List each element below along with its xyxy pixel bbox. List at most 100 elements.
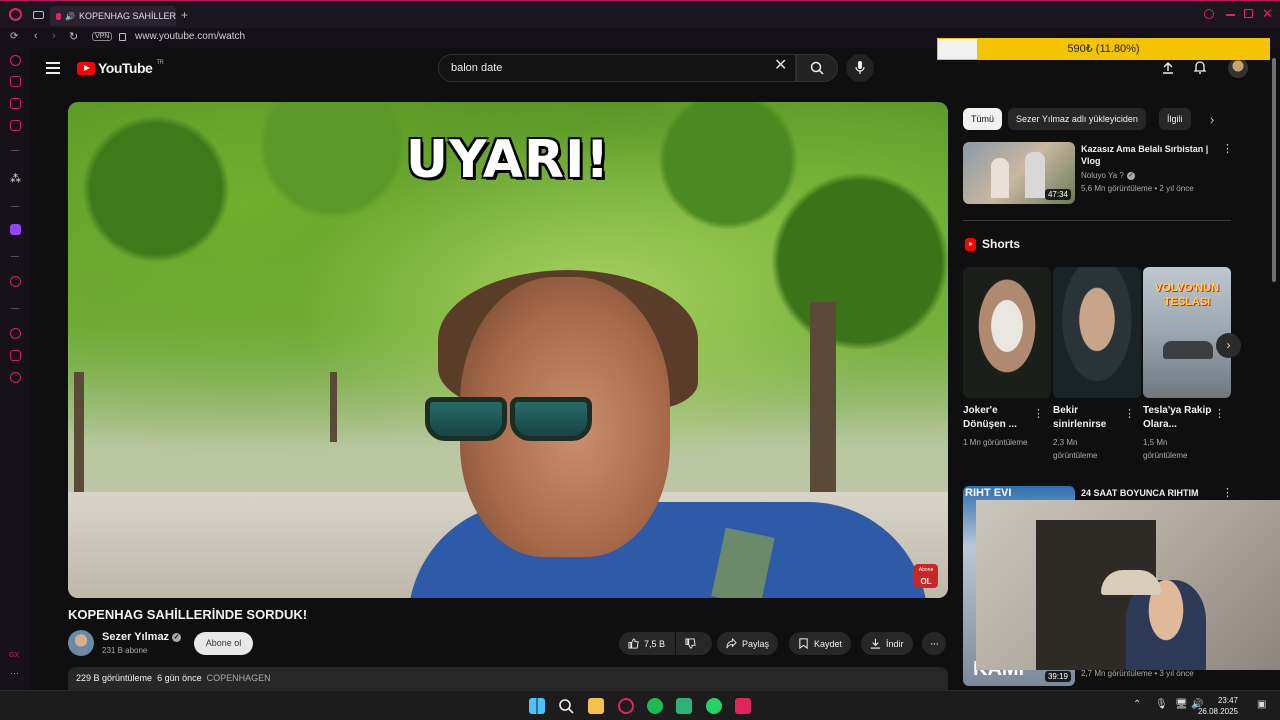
tab-active[interactable]: 🔊 KOPENHAG SAHİLLER	[50, 6, 176, 26]
recommendation-channel[interactable]: Noluyo Ya ? ✓	[1081, 170, 1135, 182]
chip-uploader[interactable]: Sezer Yılmaz adlı yükleyiciden	[1008, 108, 1146, 130]
more-vertical-icon[interactable]: ⋮	[1214, 409, 1225, 420]
chip-related[interactable]: İlgili	[1159, 108, 1191, 130]
chip-all[interactable]: Tümü	[963, 108, 1003, 130]
back-icon[interactable]: ‹	[34, 30, 38, 42]
opera-sidebar: ⁂ GX ···	[0, 48, 30, 690]
workspaces-icon[interactable]	[33, 11, 44, 19]
notifications-tray-icon[interactable]: ▣	[1257, 699, 1266, 710]
shorts-next-button[interactable]: ›	[1216, 333, 1241, 358]
share-button[interactable]: Paylaş	[717, 632, 779, 655]
description-box[interactable]: 229 B görüntüleme 6 gün önce COPENHAGEN	[68, 667, 948, 690]
app-icon[interactable]	[676, 698, 692, 714]
notifications-icon[interactable]	[1194, 61, 1206, 74]
url-field[interactable]: www.youtube.com/watch	[135, 31, 245, 42]
minimize-button[interactable]	[1226, 14, 1235, 16]
video-frame-tree	[74, 372, 84, 512]
opera-gx-icon[interactable]	[618, 698, 634, 714]
short-title[interactable]: Bekir sinirlenirse	[1053, 404, 1123, 432]
recommendation-title[interactable]: 24 SAAT BOYUNCA RIHTIM	[1081, 487, 1217, 499]
verified-icon: ✓	[172, 632, 182, 642]
browser-tab-bar: 🔊 KOPENHAG SAHİLLER + ✕	[0, 0, 1280, 28]
share-label: Paylaş	[742, 638, 770, 649]
more-vertical-icon[interactable]: ⋮	[1222, 488, 1233, 499]
aria-icon[interactable]	[10, 55, 21, 66]
clock-time: 23:47	[1217, 696, 1238, 705]
player-icon[interactable]	[10, 276, 21, 287]
opera-logo-icon[interactable]	[9, 8, 22, 21]
short-thumbnail[interactable]: VOLVO'NUN TESLASI	[1143, 267, 1231, 398]
channel-avatar[interactable]	[68, 630, 94, 656]
mic-icon	[855, 61, 865, 74]
video-duration: 39:19	[1044, 671, 1071, 682]
more-vertical-icon[interactable]: ⋮	[1124, 409, 1135, 420]
spotify-icon[interactable]	[647, 698, 663, 714]
short-title[interactable]: Tesla'ya Rakip Olara...	[1143, 404, 1213, 432]
more-icon[interactable]: ···	[10, 668, 19, 678]
vpn-badge[interactable]: VPN	[92, 32, 113, 41]
subscribe-button[interactable]: Abone ol	[194, 632, 253, 655]
search-button[interactable]	[796, 54, 838, 82]
clear-search-icon[interactable]: ✕	[774, 58, 787, 74]
more-actions-button[interactable]: ···	[922, 632, 946, 655]
chevron-up-icon[interactable]: ⌃	[1133, 699, 1141, 710]
settings-icon[interactable]	[10, 372, 21, 383]
more-vertical-icon[interactable]: ⋮	[1033, 409, 1044, 420]
dislike-button[interactable]	[676, 632, 712, 655]
history-icon[interactable]	[10, 328, 21, 339]
reload-icon[interactable]: ↻	[69, 30, 78, 43]
page-scrollbar[interactable]	[1272, 58, 1276, 282]
video-frame-sunglasses	[425, 387, 605, 441]
taskbar-clock[interactable]: 23:47 26.08.2025	[1198, 695, 1238, 717]
short-thumbnail[interactable]	[1053, 267, 1141, 398]
menu-icon[interactable]	[46, 62, 60, 77]
search-input[interactable]: balon date	[438, 54, 796, 82]
channel-name[interactable]: Sezer Yılmaz ✓	[102, 631, 182, 643]
short-thumbnail[interactable]	[963, 267, 1051, 398]
download-button[interactable]: İndir	[861, 632, 913, 655]
flow-icon[interactable]	[10, 120, 21, 131]
section-divider	[963, 220, 1231, 221]
tab-sound-icon[interactable]: 🔊	[65, 12, 75, 21]
save-button[interactable]: Kaydet	[789, 632, 852, 655]
shorts-heading: Shorts	[965, 237, 1020, 251]
hashtag-link[interactable]: COPENHAGEN	[207, 673, 271, 683]
search-icon[interactable]	[558, 698, 574, 714]
verified-icon: ✓	[1126, 171, 1135, 180]
sidebar-divider	[11, 308, 19, 309]
more-vertical-icon[interactable]: ⋮	[1222, 144, 1233, 155]
recommendation-thumbnail[interactable]: 47:34	[963, 142, 1075, 204]
windows-start-icon[interactable]	[529, 698, 545, 714]
twitch-icon[interactable]	[10, 224, 21, 235]
clock-date: 26.08.2025	[1197, 707, 1238, 716]
video-player[interactable]: UYARI! Abone OL	[68, 102, 948, 598]
chat-icon[interactable]	[10, 98, 21, 109]
new-tab-button[interactable]: +	[181, 8, 188, 22]
close-window-button[interactable]: ✕	[1262, 6, 1273, 22]
whatsapp-icon[interactable]	[706, 698, 722, 714]
download-icon	[870, 638, 881, 649]
app-red-icon[interactable]	[735, 698, 751, 714]
messenger-icon[interactable]	[10, 76, 21, 87]
gx-icon[interactable]: GX	[9, 652, 19, 659]
microphone-tray-icon[interactable]: 🎙	[1155, 699, 1168, 710]
forward-icon[interactable]: ›	[52, 30, 56, 42]
tiktok-icon[interactable]: ⁂	[10, 172, 21, 185]
account-avatar[interactable]	[1228, 58, 1248, 78]
recommendation-title[interactable]: Kazasız Ama Belalı Sırbistan | Vlog	[1081, 143, 1217, 167]
reload-sidebar-icon[interactable]: ⟳	[10, 31, 18, 42]
upload-icon[interactable]	[1162, 62, 1174, 74]
network-icon[interactable]: 🖥	[1175, 699, 1188, 710]
logo-region: TR	[156, 60, 164, 66]
maximize-button[interactable]	[1244, 9, 1253, 18]
more-horizontal-icon: ···	[930, 637, 939, 650]
search-tabs-icon[interactable]	[1204, 9, 1214, 19]
short-title[interactable]: Joker'e Dönüşen ...	[963, 404, 1033, 432]
youtube-logo[interactable]: YouTube TR	[77, 60, 164, 76]
like-button[interactable]: 7,5 B	[619, 632, 675, 655]
extensions-icon[interactable]	[10, 350, 21, 361]
file-explorer-icon[interactable]	[588, 698, 604, 714]
voice-search-button[interactable]	[846, 54, 874, 82]
save-icon	[799, 638, 808, 649]
chevron-right-icon[interactable]: ›	[1210, 112, 1214, 127]
